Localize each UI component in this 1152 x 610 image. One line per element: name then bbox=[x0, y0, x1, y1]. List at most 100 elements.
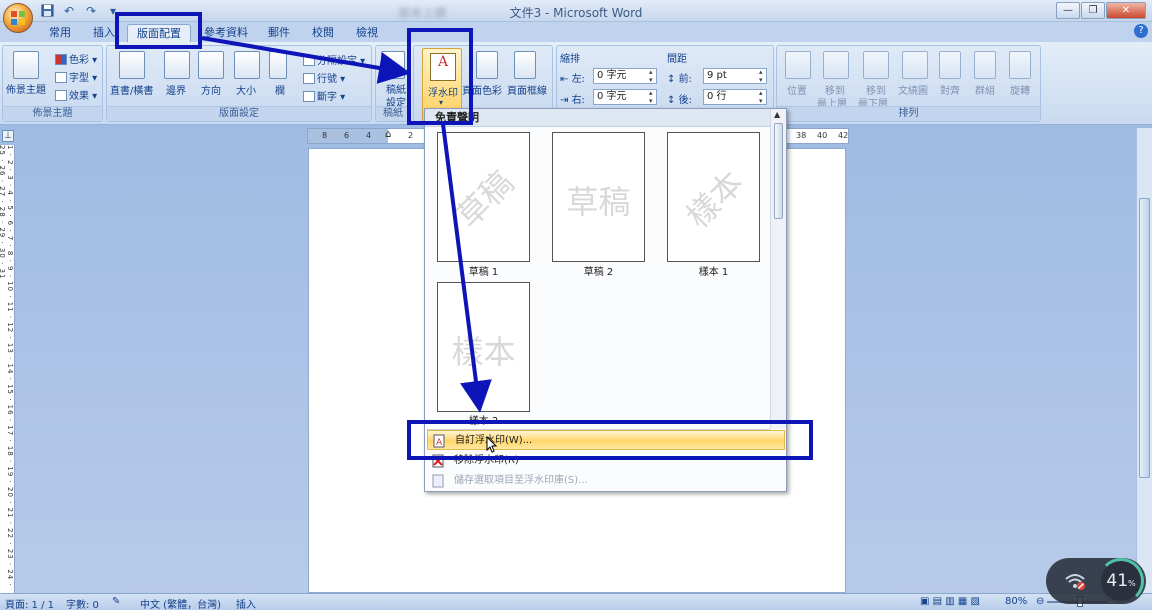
page-setup-group-label: 版面設定 bbox=[107, 106, 371, 121]
status-word-count[interactable]: 字數: 0 bbox=[66, 596, 99, 610]
watermark-preview-text: 樣本 bbox=[678, 163, 751, 236]
tab-review[interactable]: 校閱 bbox=[302, 24, 344, 42]
columns-icon bbox=[269, 51, 287, 79]
tab-view[interactable]: 檢視 bbox=[346, 24, 388, 42]
line-numbers-button[interactable]: 行號 ▾ bbox=[303, 70, 345, 85]
manuscript-icon bbox=[381, 51, 405, 79]
scrollbar-thumb[interactable] bbox=[1139, 198, 1150, 478]
align-icon bbox=[939, 51, 961, 79]
themes-group: 佈景主題 色彩 ▾ 字型 ▾ 效果 ▾ 佈景主題 bbox=[2, 45, 103, 122]
gauge-unit: % bbox=[1128, 579, 1136, 588]
arrange-group: 位置 移到 最上層 移到 最下層 文繞圖 對齊 群組 旋轉 排列 bbox=[776, 45, 1041, 122]
annotation-box-custom-watermark bbox=[407, 420, 813, 460]
office-logo-icon bbox=[11, 11, 25, 25]
themes-button[interactable]: 佈景主題 bbox=[6, 81, 46, 96]
hyphenation-icon bbox=[303, 91, 315, 102]
close-button[interactable]: ✕ bbox=[1106, 2, 1146, 19]
margins-button[interactable]: 邊界 bbox=[166, 82, 186, 97]
percentage-gauge: 41% bbox=[1098, 558, 1144, 604]
maximize-button[interactable]: ❐ bbox=[1081, 2, 1105, 19]
status-zoom[interactable]: 80% bbox=[1005, 596, 1027, 607]
ruler-toggle-button[interactable]: ⊥ bbox=[2, 130, 14, 142]
theme-fonts-button[interactable]: 字型 ▾ bbox=[55, 69, 97, 84]
ruler-tick: 42 bbox=[838, 131, 849, 140]
left-label-text: 左: bbox=[571, 74, 585, 85]
rotate-button[interactable]: 旋轉 bbox=[1010, 82, 1030, 97]
group-icon bbox=[974, 51, 996, 79]
ruler-tick: 8 bbox=[322, 131, 328, 140]
page-color-icon bbox=[476, 51, 498, 79]
align-button[interactable]: 對齊 bbox=[940, 82, 960, 97]
network-overlay-widget[interactable]: 41% bbox=[1046, 558, 1146, 604]
annotation-box-page-layout-tab bbox=[115, 12, 202, 49]
before-label-text: 前: bbox=[678, 74, 692, 85]
spacing-after-input[interactable]: 0 行 bbox=[703, 89, 767, 105]
line-numbers-label: 行號 bbox=[317, 74, 337, 85]
save-to-gallery-icon bbox=[432, 474, 444, 488]
scroll-up-icon[interactable]: ▲ bbox=[774, 110, 780, 119]
spacing-before-input[interactable]: 9 pt bbox=[703, 68, 767, 84]
breaks-button[interactable]: 分隔設定 ▾ bbox=[303, 52, 365, 67]
view-buttons[interactable]: ▣ ▤ ▥ ▦ ▧ bbox=[920, 596, 980, 607]
office-button[interactable] bbox=[3, 3, 33, 33]
right-label-text: 右: bbox=[571, 95, 585, 106]
colors-icon bbox=[55, 54, 67, 65]
watermark-preview-text: 草稿 bbox=[448, 163, 521, 236]
indent-left-label: ⇤ 左: bbox=[560, 74, 585, 85]
document-title: 文件3 - Microsoft Word bbox=[509, 6, 643, 20]
watermark-option-sample-1[interactable]: 樣本 bbox=[667, 132, 760, 262]
line-numbers-icon bbox=[303, 73, 315, 84]
group-button[interactable]: 群組 bbox=[975, 82, 995, 97]
watermark-option-draft-2[interactable]: 草稿 bbox=[552, 132, 645, 262]
margins-icon bbox=[164, 51, 190, 79]
zoom-out-icon[interactable]: ⊖ bbox=[1036, 596, 1044, 607]
vertical-scrollbar[interactable] bbox=[1136, 128, 1152, 593]
indent-left-input[interactable]: 0 字元 bbox=[593, 68, 657, 84]
ruler-indent-marker[interactable]: ⌂ bbox=[385, 129, 391, 140]
tab-references[interactable]: 參考資料 bbox=[196, 24, 256, 42]
page-setup-group: 直書/橫書 邊界 方向 大小 欄 分隔設定 ▾ 行號 ▾ 斷字 ▾ 版面設定 bbox=[106, 45, 372, 122]
hyphenation-button[interactable]: 斷字 ▾ bbox=[303, 88, 345, 103]
text-direction-button[interactable]: 直書/橫書 bbox=[110, 82, 153, 97]
arrange-group-label: 排列 bbox=[777, 106, 1040, 121]
minimize-button[interactable]: — bbox=[1056, 2, 1080, 19]
theme-colors-button[interactable]: 色彩 ▾ bbox=[55, 51, 97, 66]
page-borders-button[interactable]: 頁面框線 bbox=[507, 82, 547, 97]
watermark-option-draft-1[interactable]: 草稿 bbox=[437, 132, 530, 262]
status-language[interactable]: 中文 (繁體，台灣) bbox=[140, 596, 221, 610]
watermark-option-sample-2[interactable]: 樣本 bbox=[437, 282, 530, 412]
manuscript-group: 稿紙 設定 稿紙 bbox=[375, 45, 411, 122]
vertical-ruler[interactable]: 1 · 2 · 3 · 4 · 5 · 6 · 7 · 8 · 9 · 10 ·… bbox=[0, 145, 15, 593]
help-icon[interactable]: ? bbox=[1134, 24, 1148, 38]
colors-label: 色彩 bbox=[69, 55, 89, 66]
proofing-icon[interactable]: ✎ bbox=[112, 596, 120, 607]
position-button[interactable]: 位置 bbox=[787, 82, 807, 97]
theme-effects-button[interactable]: 效果 ▾ bbox=[55, 87, 97, 102]
watermark-preview-text: 樣本 bbox=[451, 333, 516, 371]
save-to-gallery-menu-item[interactable]: 儲存選取項目至浮水印庫(S)... bbox=[427, 471, 785, 491]
blurred-title: 基本上課 bbox=[398, 6, 447, 20]
ruler-tick: 40 bbox=[817, 131, 828, 140]
size-button[interactable]: 大小 bbox=[236, 82, 256, 97]
wifi-off-icon bbox=[1065, 574, 1085, 590]
watermark-option-label: 草稿 1 bbox=[468, 267, 499, 278]
size-icon bbox=[234, 51, 260, 79]
manuscript-group-label: 稿紙 bbox=[376, 106, 410, 121]
send-backward-icon bbox=[863, 51, 889, 79]
tab-home[interactable]: 常用 bbox=[40, 24, 80, 42]
tab-mailings[interactable]: 郵件 bbox=[258, 24, 300, 42]
status-bar: 頁面: 1 / 1 字數: 0 ✎ 中文 (繁體，台灣) 插入 ▣ ▤ ▥ ▦ … bbox=[0, 593, 1152, 610]
gallery-scroll-thumb[interactable] bbox=[774, 123, 783, 219]
columns-button[interactable]: 欄 bbox=[275, 82, 285, 97]
status-insert-mode[interactable]: 插入 bbox=[236, 596, 256, 610]
breaks-label: 分隔設定 bbox=[317, 56, 357, 67]
effects-icon bbox=[55, 90, 67, 101]
indent-right-input[interactable]: 0 字元 bbox=[593, 89, 657, 105]
spacing-after-label: ↕ 後: bbox=[667, 95, 692, 106]
status-page[interactable]: 頁面: 1 / 1 bbox=[5, 596, 54, 610]
text-wrapping-button[interactable]: 文繞圖 bbox=[898, 82, 928, 97]
gallery-scrollbar[interactable]: ▲ bbox=[770, 109, 786, 429]
text-direction-icon bbox=[119, 51, 145, 79]
window-controls: — ❐ ✕ bbox=[1056, 2, 1146, 19]
orientation-button[interactable]: 方向 bbox=[201, 82, 221, 97]
